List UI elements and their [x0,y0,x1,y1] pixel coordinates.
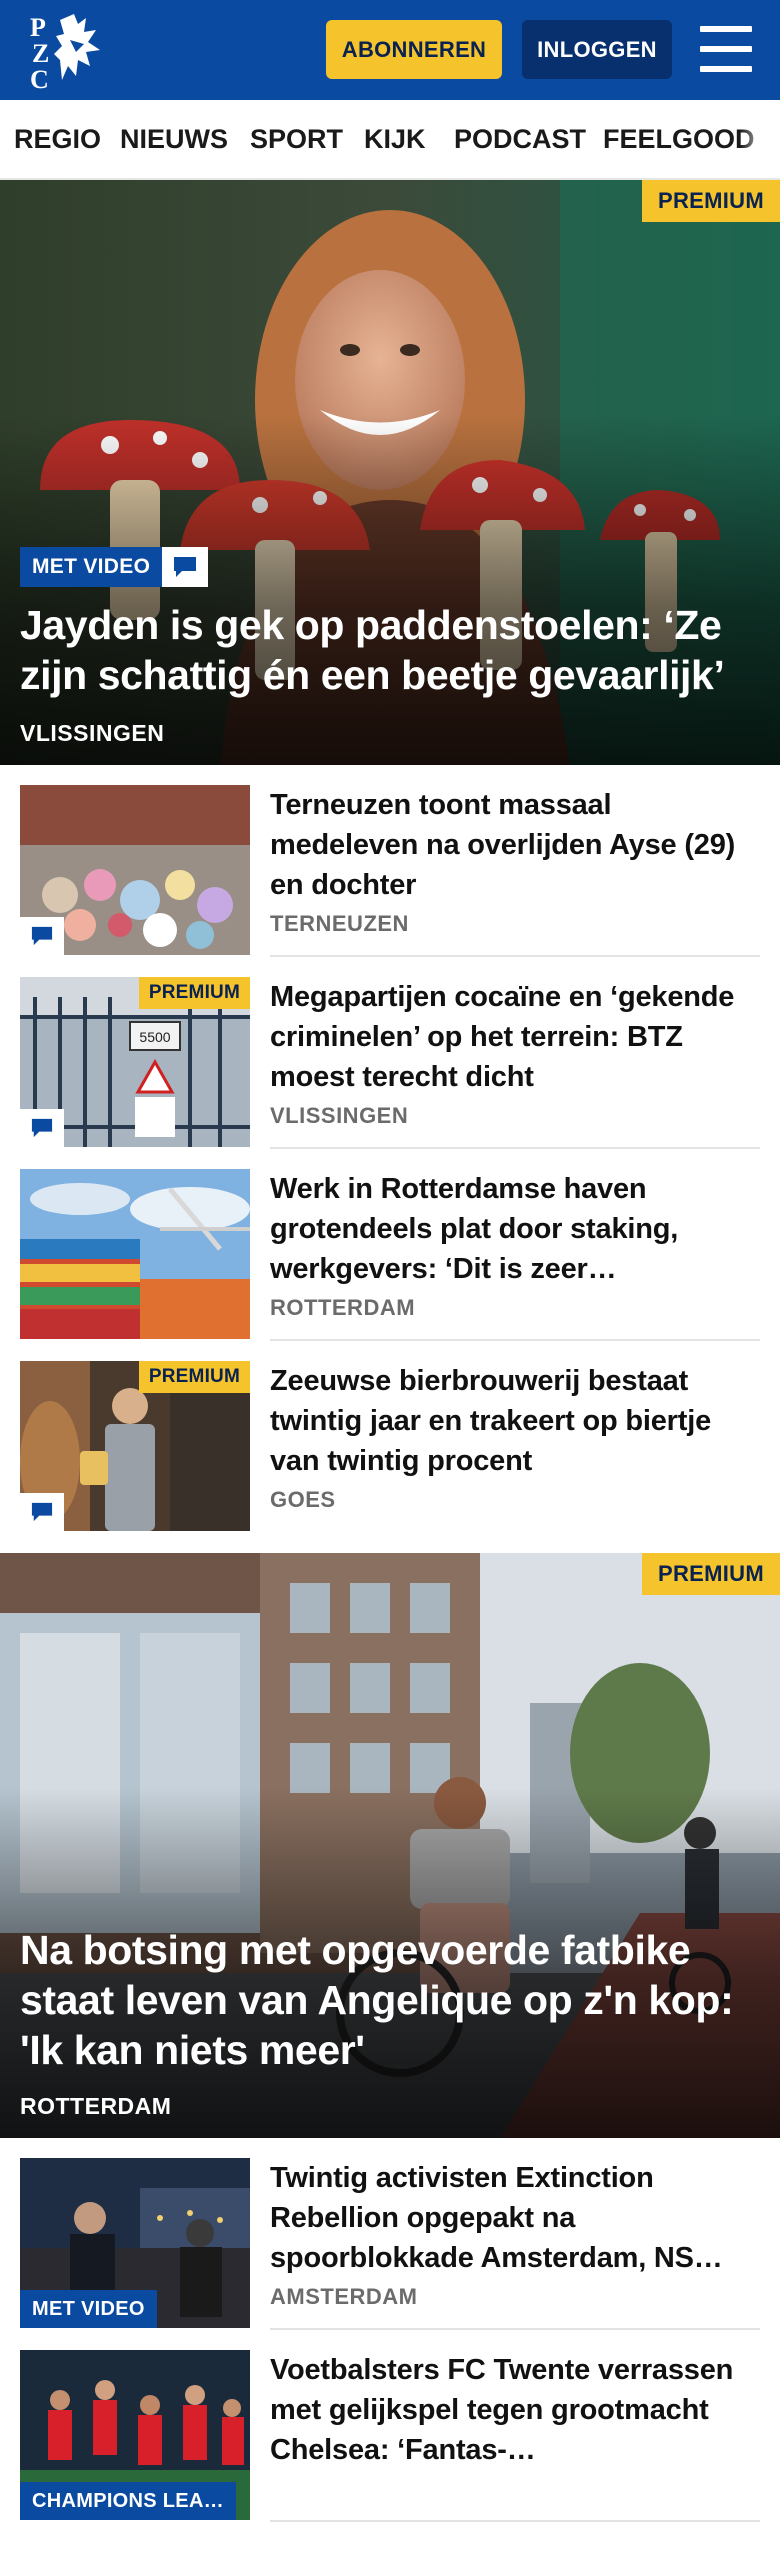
list-item[interactable]: Werk in Rotterdamse haven grotendeels pl… [20,1169,760,1341]
hero-location: VLISSINGEN [20,720,165,746]
divider [270,1147,760,1149]
divider [270,2520,760,2522]
hero-location: ROTTERDAM [20,2093,172,2119]
list-item[interactable]: 5500 PREMIUM Megapartijen cocaïne en ‘ge… [20,977,760,1149]
article-location: TERNEUZEN [270,911,409,936]
thumbnail-fence: 5500 PREMIUM [20,977,250,1147]
divider [270,2328,760,2330]
comment-icon [20,1493,64,1531]
thumbnail-memorial [20,785,250,955]
list-item[interactable]: PREMIUM Zeeuwse bierbrouwerij bestaat tw… [20,1361,760,1533]
premium-badge: PREMIUM [642,1553,780,1595]
article-location: GOES [270,1487,336,1512]
article-location: VLISSINGEN [270,1103,409,1128]
top-header: P Z C ABONNEREN INLOGGEN [0,0,780,100]
comment-icon [20,1109,64,1147]
article-title[interactable]: Voetbalsters FC Twente verrassen met gel… [270,2350,758,2470]
competition-badge: CHAMPIONS LEA… [20,2482,236,2520]
article-title[interactable]: Werk in Rotterdamse haven grotendeels pl… [270,1169,758,1289]
thumbnail-brewery: PREMIUM [20,1361,250,1531]
video-badge-label: MET VIDEO [20,547,163,587]
list-item[interactable]: CHAMPIONS LEA… Voetbalsters FC Twente ve… [20,2350,760,2522]
hero-title[interactable]: Na botsing met opgevoerde fatbike staat … [20,1925,760,2075]
list-item[interactable]: Terneuzen toont massaal medeleven na ove… [20,785,760,957]
nav-item-podcast[interactable]: PODCAST [454,100,586,178]
svg-text:Z: Z [32,39,49,68]
article-location: ROTTERDAM [270,1295,416,1320]
svg-text:P: P [30,13,46,42]
thumbnail-harbour [20,1169,250,1339]
divider [270,1339,760,1341]
comment-icon [20,917,64,955]
list-item[interactable]: MET VIDEO Twintig activisten Extinction … [20,2158,760,2330]
subscribe-button[interactable]: ABONNEREN [326,20,502,79]
video-badge: MET VIDEO [20,2290,157,2328]
video-badge: MET VIDEO [20,547,209,587]
hero-gradient-overlay [0,414,780,765]
hero-title[interactable]: Jayden is gek op paddenstoelen: ‘Ze zijn… [20,600,760,700]
svg-text:C: C [30,65,49,90]
hero-article-fatbike[interactable]: PREMIUM Na botsing met opgevoerde fatbik… [0,1553,780,2138]
nav-item-kijk[interactable]: KIJK [364,100,426,178]
hamburger-menu-icon[interactable] [700,26,752,72]
pzc-logo-icon: P Z C [30,13,100,94]
nav-item-feelgood[interactable]: FEELGOOD [603,100,755,178]
nav-item-nieuws[interactable]: NIEUWS [120,100,228,178]
premium-badge: PREMIUM [642,180,780,222]
divider [270,955,760,957]
premium-badge: PREMIUM [138,1361,250,1393]
comment-icon [162,547,209,587]
premium-badge: PREMIUM [138,977,250,1009]
article-location: AMSTERDAM [270,2284,418,2309]
nav-item-sport[interactable]: SPORT [250,100,343,178]
thumbnail-football: CHAMPIONS LEA… [20,2350,250,2520]
article-title[interactable]: Megapartijen cocaïne en ‘gekende crimine… [270,977,758,1097]
article-title[interactable]: Twintig activisten Extinction Rebellion … [270,2158,758,2278]
nav-item-regio[interactable]: REGIO [14,100,101,178]
article-title[interactable]: Zeeuwse bierbrouwerij bestaat twintig ja… [270,1361,758,1481]
pzc-logo[interactable]: P Z C [26,10,112,94]
hero-article-mushrooms[interactable]: PREMIUM MET VIDEO Jayden is gek op padde… [0,180,780,765]
login-button[interactable]: INLOGGEN [522,20,672,79]
thumbnail-protest: MET VIDEO [20,2158,250,2328]
nav-scroll-fade [740,100,780,178]
sign-number: 5500 [139,1029,170,1045]
article-title[interactable]: Terneuzen toont massaal medeleven na ove… [270,785,758,905]
section-nav: REGIO NIEUWS SPORT KIJK PODCAST FEELGOOD [0,100,780,180]
